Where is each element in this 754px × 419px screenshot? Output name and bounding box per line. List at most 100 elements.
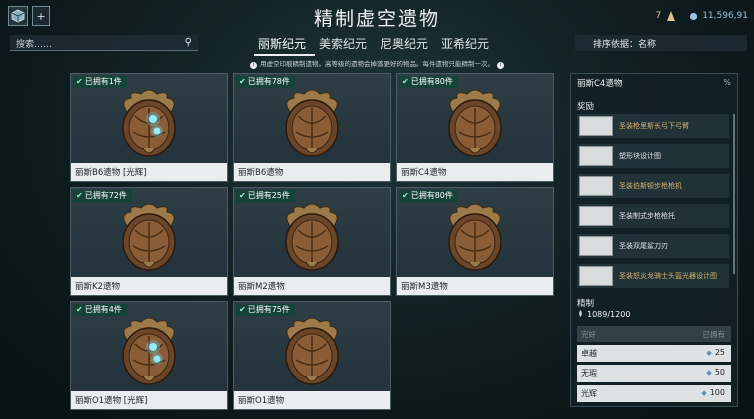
- tier-option[interactable]: 光辉 ◆ 100: [577, 385, 731, 402]
- tier-cost-value: 100: [709, 388, 725, 397]
- relic-name: 丽斯M2遗物: [234, 277, 390, 295]
- tier-owned-label: 已拥有: [702, 330, 726, 339]
- currency-display: 7 11,596,91: [655, 10, 748, 22]
- relic-name: 丽斯C4遗物: [397, 163, 553, 181]
- info-notice: i 用虚空印痕精制遗物。高等级的遗物会掉落更好的物品。每件遗物只能精制一次。 i: [0, 58, 754, 69]
- reward-thumbnail: [579, 176, 613, 196]
- reward-name: 圣装枪里斯长弓下弓臂: [619, 122, 689, 130]
- reward-item[interactable]: 圣装怒炎龙骑士头盔光器设计图: [577, 264, 729, 288]
- relic-icon: [448, 89, 502, 157]
- owned-count: 已拥有1件: [84, 77, 122, 86]
- tab-meso[interactable]: 美索纪元: [315, 35, 376, 56]
- owned-count: 已拥有25件: [247, 191, 290, 200]
- tier-option[interactable]: 无瑕 ◆ 50: [577, 365, 731, 382]
- void-trace-icon: [579, 310, 582, 317]
- reward-item[interactable]: 塑形块设计图: [577, 144, 729, 168]
- relic-name: 丽斯K2遗物: [71, 277, 227, 295]
- check-icon: ✔: [402, 191, 409, 200]
- relic-icon: [285, 203, 339, 271]
- relic-icon: [122, 89, 176, 157]
- search-placeholder: 搜索……: [16, 40, 53, 50]
- void-traces: 1089/1200: [577, 310, 630, 319]
- tier-intact: 完好 已拥有: [577, 326, 731, 342]
- reward-thumbnail: [579, 266, 613, 286]
- reward-item[interactable]: 圣装伯斯顿步枪枪机: [577, 174, 729, 198]
- void-trace-icon: ◆: [706, 349, 712, 357]
- era-tabs: 丽斯纪元 美索纪元 尼奥纪元 亚希纪元: [254, 35, 498, 56]
- relic-name: 丽斯O1遗物 [光辉]: [71, 391, 227, 409]
- relic-card[interactable]: ✔ 已拥有1件丽斯B6遗物 [光辉]: [70, 73, 228, 182]
- reward-name: 圣装怒炎龙骑士头盔光器设计图: [619, 272, 717, 280]
- relic-name: 丽斯B6遗物: [234, 163, 390, 181]
- relic-card[interactable]: ✔ 已拥有72件 丽斯K2遗物: [70, 187, 228, 296]
- tier-cost: ◆ 25: [706, 348, 725, 357]
- relic-name: 丽斯M3遗物: [397, 277, 553, 295]
- relic-name: 丽斯B6遗物 [光辉]: [71, 163, 227, 181]
- relic-icon: [122, 203, 176, 271]
- tab-neo[interactable]: 尼奥纪元: [376, 35, 437, 56]
- page-title: 精制虚空遗物: [313, 8, 440, 30]
- relic-icon: [448, 203, 502, 271]
- panel-title: 丽斯C4遗物: [577, 79, 623, 89]
- top-bar: + 精制虚空遗物 7 11,596,91: [0, 0, 754, 34]
- reward-thumbnail: [579, 116, 613, 136]
- check-icon: ✔: [239, 77, 246, 86]
- check-icon: ✔: [76, 191, 83, 200]
- relic-icon: [285, 89, 339, 157]
- reward-item[interactable]: 圣装枪里斯长弓下弓臂: [577, 114, 729, 138]
- tier-cost: ◆ 50: [706, 368, 725, 377]
- drop-chance-toggle[interactable]: %: [723, 78, 731, 87]
- owned-count: 已拥有4件: [84, 305, 122, 314]
- platinum-icon: [690, 12, 698, 20]
- search-icon: ⚲: [184, 37, 192, 48]
- check-icon: ✔: [76, 305, 83, 314]
- sort-select[interactable]: 排序依据：名称: [575, 35, 747, 51]
- relic-icon: [285, 317, 339, 385]
- void-trace-icon: ◆: [706, 369, 712, 377]
- owned-count: 已拥有80件: [410, 191, 453, 200]
- reward-name: 圣装伯斯顿步枪枪机: [619, 182, 682, 190]
- tier-cost-value: 50: [714, 368, 725, 377]
- relic-card[interactable]: ✔ 已拥有75件丽斯O1遗物: [233, 301, 391, 410]
- relic-name: 丽斯O1遗物: [234, 391, 390, 409]
- tier-name: 无瑕: [581, 369, 597, 378]
- tier-option[interactable]: 卓越 ◆ 25: [577, 345, 731, 362]
- reward-item[interactable]: 圣装制式步枪枪托: [577, 204, 729, 228]
- check-icon: ✔: [402, 77, 409, 86]
- rewards-scrollbar[interactable]: [733, 114, 735, 274]
- relic-card[interactable]: ✔ 已拥有80件丽斯C4遗物: [396, 73, 554, 182]
- tier-name: 光辉: [581, 389, 597, 398]
- owned-count: 已拥有75件: [247, 305, 290, 314]
- traces-count: 1089/1200: [587, 310, 631, 319]
- reward-name: 圣装制式步枪枪托: [619, 212, 675, 220]
- relic-detail-panel: 丽斯C4遗物 % 奖励 圣装枪里斯长弓下弓臂 塑形块设计图 圣装伯斯顿步枪枪机 圣装制…: [570, 73, 738, 407]
- tier-cost-value: 25: [714, 348, 725, 357]
- check-icon: ✔: [76, 77, 83, 86]
- platinum-count: 11,596,91: [702, 11, 748, 21]
- reward-thumbnail: [579, 146, 613, 166]
- search-input[interactable]: 搜索…… ⚲: [10, 35, 198, 51]
- reward-thumbnail: [579, 206, 613, 226]
- reward-name: 塑形块设计图: [619, 152, 661, 160]
- check-icon: ✔: [239, 191, 246, 200]
- relic-card[interactable]: ✔ 已拥有78件丽斯B6遗物: [233, 73, 391, 182]
- notice-text: 用虚空印痕精制遗物。高等级的遗物会掉落更好的物品。每件遗物只能精制一次。: [260, 60, 494, 68]
- tier-cost: ◆ 100: [701, 388, 725, 397]
- info-icon: i: [497, 62, 504, 69]
- relic-card[interactable]: ✔ 已拥有25件丽斯M2遗物: [233, 187, 391, 296]
- credits-count: 7: [655, 11, 662, 21]
- info-icon: i: [250, 62, 257, 69]
- owned-count: 已拥有80件: [410, 77, 453, 86]
- relic-icon: [122, 317, 176, 385]
- owned-count: 已拥有78件: [247, 77, 290, 86]
- tab-axi[interactable]: 亚希纪元: [437, 35, 498, 56]
- tab-lith[interactable]: 丽斯纪元: [254, 35, 316, 56]
- relic-card[interactable]: ✔ 已拥有4件丽斯O1遗物 [光辉]: [70, 301, 228, 410]
- refine-heading: 精制: [577, 299, 595, 309]
- relic-card[interactable]: ✔ 已拥有80件丽斯M3遗物: [396, 187, 554, 296]
- reward-thumbnail: [579, 236, 613, 256]
- tier-name: 卓越: [581, 349, 597, 358]
- reward-item[interactable]: 圣装双尾鲨刀刃: [577, 234, 729, 258]
- check-icon: ✔: [239, 305, 246, 314]
- void-trace-icon: ◆: [701, 389, 707, 397]
